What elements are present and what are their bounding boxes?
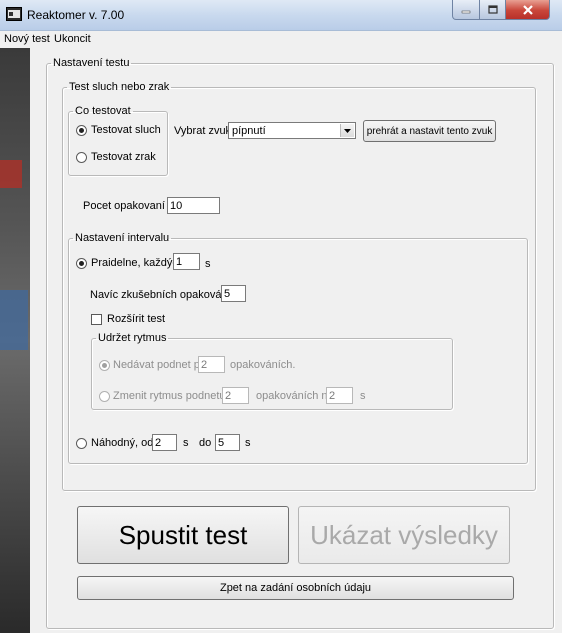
no-stimulus-label: Nedávat podnet po: [113, 359, 206, 371]
title-bar[interactable]: Reaktomer v. 7.00: [0, 0, 562, 31]
regular-interval-label: Praidelne, každých: [91, 257, 184, 269]
random-from-unit: s: [183, 437, 189, 449]
extend-test-label: Rozšírit test: [107, 313, 166, 325]
window-title: Reaktomer v. 7.00: [27, 8, 125, 22]
extra-trials-input[interactable]: [221, 285, 246, 302]
extra-trials-label: Navíc zkušebních opakování :: [90, 289, 237, 301]
minimize-button[interactable]: [452, 0, 480, 20]
random-to-input[interactable]: [215, 434, 240, 451]
client-area: Nastavení testu Test sluch nebo zrak Co …: [30, 48, 562, 633]
what-to-test-group: Co testovat: [68, 105, 168, 176]
regular-interval-unit: s: [205, 258, 211, 270]
chevron-down-icon[interactable]: [340, 124, 354, 137]
radio-test-sight-label: Testovat zrak: [91, 151, 156, 163]
sound-select[interactable]: pípnutí: [228, 122, 356, 139]
no-stimulus-input[interactable]: [198, 356, 225, 373]
random-to-label: do: [199, 437, 212, 449]
menu-new-test[interactable]: Nový test: [4, 33, 50, 45]
radio-test-sight[interactable]: [76, 152, 87, 163]
back-to-personal-data-button[interactable]: Zpet na zadání osobních údaju: [77, 576, 514, 600]
keep-rhythm-legend: Udržet rytmus: [98, 332, 167, 344]
radio-random-interval[interactable]: [76, 438, 87, 449]
radio-test-hearing[interactable]: [76, 125, 87, 136]
change-rhythm-unit: s: [360, 390, 366, 402]
radio-change-rhythm[interactable]: [99, 391, 110, 402]
random-to-unit: s: [245, 437, 251, 449]
what-to-test-legend: Co testovat: [75, 105, 131, 117]
repeat-count-input[interactable]: [167, 197, 220, 214]
random-from-input[interactable]: [152, 434, 177, 451]
close-button[interactable]: [506, 0, 550, 20]
repeat-count-label: Pocet opakovaní :: [83, 200, 172, 212]
radio-test-hearing-label: Testovat sluch: [91, 124, 161, 136]
change-rhythm-input[interactable]: [222, 387, 249, 404]
change-rhythm-mid: opakováních na: [256, 390, 334, 402]
minimize-icon: [461, 10, 471, 13]
start-test-button[interactable]: Spustit test: [77, 506, 289, 564]
radio-no-stimulus[interactable]: [99, 360, 110, 371]
play-sound-button[interactable]: prehrát a nastavit tento zvuk: [363, 120, 496, 142]
interval-legend: Nastavení intervalu: [75, 232, 170, 244]
change-rhythm-seconds-input[interactable]: [326, 387, 353, 404]
radio-regular-interval[interactable]: [76, 258, 87, 269]
no-stimulus-suffix: opakováních.: [230, 359, 296, 371]
sound-select-value: pípnutí: [232, 125, 266, 137]
settings-legend: Nastavení testu: [53, 57, 130, 69]
menu-bar: Nový test Ukoncit: [0, 31, 562, 48]
random-interval-label: Náhodný, od: [91, 437, 154, 449]
app-icon: [6, 7, 22, 21]
test-type-legend: Test sluch nebo zrak: [69, 81, 170, 93]
close-icon: [522, 4, 533, 15]
menu-quit[interactable]: Ukoncit: [54, 33, 91, 45]
extend-test-checkbox[interactable]: [91, 314, 102, 325]
app-window: Reaktomer v. 7.00 Nový test Ukoncit Nast…: [0, 0, 562, 633]
maximize-button[interactable]: [480, 0, 506, 20]
regular-interval-input[interactable]: [173, 253, 200, 270]
show-results-button[interactable]: Ukázat výsledky: [298, 506, 510, 564]
maximize-icon: [487, 4, 498, 14]
